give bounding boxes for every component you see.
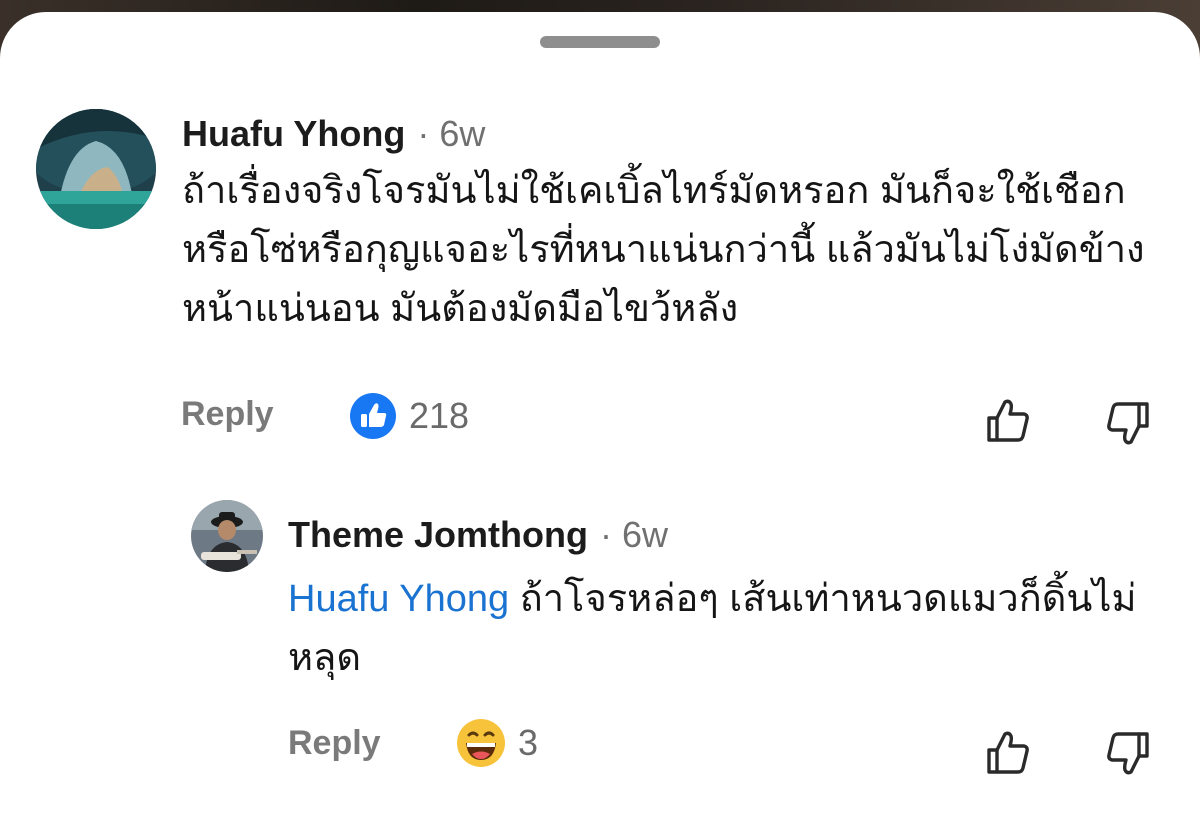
thumbs-down-icon: [1107, 402, 1149, 445]
reaction-count: 218: [409, 395, 470, 436]
thumbs-up-icon: [987, 731, 1029, 774]
avatar[interactable]: [36, 109, 156, 229]
reply-button[interactable]: Reply: [181, 394, 274, 434]
comment-header: Huafu Yhong · 6w: [182, 112, 485, 156]
cave-photo-avatar-icon: [36, 109, 156, 229]
thumbs-up-icon: [987, 399, 1029, 442]
comment-text: Huafu Yhong ถ้าโจรหล่อๆ เส้นเท่าหนวดแมวก…: [288, 570, 1168, 688]
guitarist-photo-avatar-icon: [191, 500, 263, 572]
reaction-count: 3: [518, 722, 539, 763]
mention-link[interactable]: Huafu Yhong: [288, 578, 509, 620]
haha-reaction-icon: [457, 719, 505, 767]
reaction-summary[interactable]: 3: [456, 718, 538, 768]
author-name[interactable]: Huafu Yhong: [182, 113, 405, 154]
comment-text: ถ้าเรื่องจริงโจรมันไม่ใช้เคเบิ้ลไทร์มัดห…: [182, 170, 1145, 330]
thumbs-down-icon: [1107, 732, 1149, 775]
reply-button[interactable]: Reply: [288, 723, 381, 763]
drag-handle[interactable]: [540, 36, 660, 48]
like-button[interactable]: [985, 398, 1031, 444]
comments-sheet: Huafu Yhong · 6w ถ้าเรื่องจริงโจรมันไม่ใช้…: [0, 12, 1200, 813]
separator-dot: ·: [417, 113, 430, 154]
dislike-button[interactable]: [1105, 400, 1151, 446]
timestamp: 6w: [622, 514, 669, 555]
separator-dot: ·: [600, 514, 613, 555]
timestamp: 6w: [439, 113, 486, 154]
like-button[interactable]: [985, 730, 1031, 776]
dislike-button[interactable]: [1105, 730, 1151, 776]
author-name[interactable]: Theme Jomthong: [288, 514, 588, 555]
comment-header: Theme Jomthong · 6w: [288, 513, 668, 557]
avatar[interactable]: [191, 500, 263, 572]
reaction-summary[interactable]: 218: [349, 392, 469, 440]
like-reaction-icon: [350, 393, 396, 439]
